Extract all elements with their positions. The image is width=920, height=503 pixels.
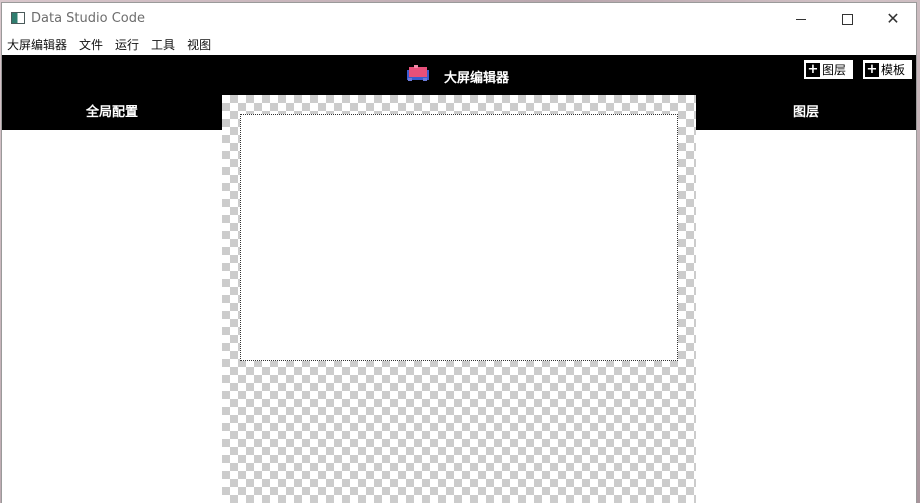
- menu-bar: 大屏编辑器 文件 运行 工具 视图: [2, 35, 916, 55]
- editor-header: 大屏编辑器 + 图层 + 模板: [2, 55, 916, 95]
- maximize-icon: [841, 13, 853, 25]
- plus-icon: +: [806, 61, 820, 77]
- window-title: Data Studio Code: [31, 11, 145, 26]
- add-template-button[interactable]: + 模板: [863, 60, 912, 79]
- add-template-label: 模板: [881, 63, 906, 77]
- close-icon: ✕: [886, 9, 900, 28]
- screen-frame[interactable]: [240, 114, 678, 361]
- menu-item-tools[interactable]: 工具: [151, 35, 175, 55]
- layers-title: 图层: [696, 95, 916, 130]
- logo-icon: [407, 65, 429, 81]
- layers-panel: 图层: [696, 95, 916, 503]
- maximize-button[interactable]: [824, 3, 870, 35]
- global-config-panel: 全局配置: [2, 95, 222, 503]
- title-bar[interactable]: Data Studio Code ✕: [2, 3, 916, 35]
- plus-icon: +: [865, 61, 879, 77]
- close-button[interactable]: ✕: [870, 3, 916, 35]
- global-config-title: 全局配置: [2, 95, 222, 130]
- menu-item-file[interactable]: 文件: [79, 35, 103, 55]
- add-layer-label: 图层: [822, 63, 847, 77]
- editor-canvas[interactable]: [222, 95, 696, 503]
- menu-item-view[interactable]: 视图: [187, 35, 211, 55]
- menu-item-run[interactable]: 运行: [115, 35, 139, 55]
- add-layer-button[interactable]: + 图层: [804, 60, 853, 79]
- minimize-icon: [796, 18, 806, 20]
- minimize-button[interactable]: [778, 3, 824, 35]
- editor-title: 大屏编辑器: [444, 71, 510, 86]
- app-window: Data Studio Code ✕ 大屏编辑器 文件 运行 工具 视图 大屏编…: [2, 3, 916, 503]
- menu-item-editor[interactable]: 大屏编辑器: [7, 35, 67, 55]
- app-icon: [11, 12, 25, 24]
